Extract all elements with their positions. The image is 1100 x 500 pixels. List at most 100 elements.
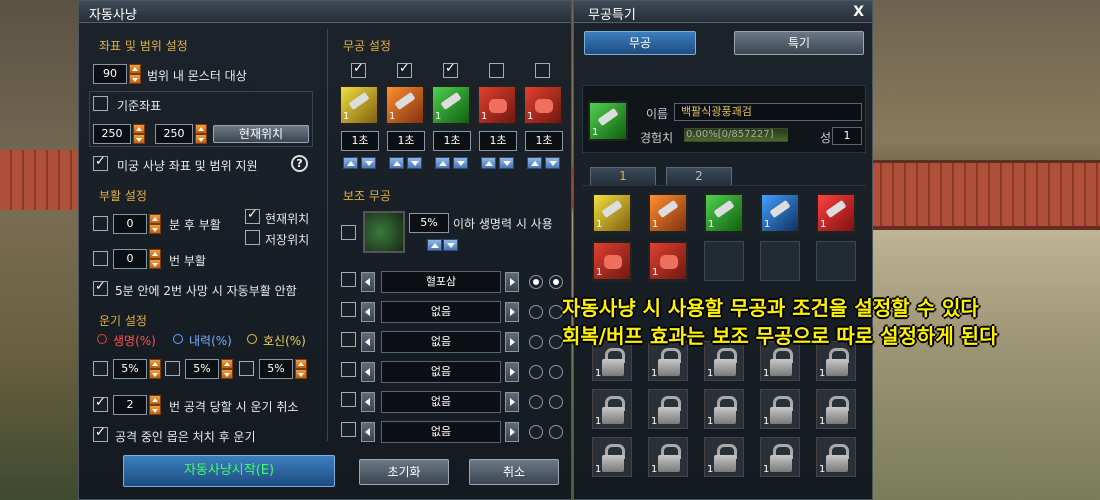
after-kill-checkbox[interactable] <box>93 425 108 442</box>
grid-skill-7[interactable]: 1 <box>648 241 688 281</box>
energy-sp-radio[interactable] <box>247 334 257 344</box>
energy-sp-input[interactable]: 5% <box>259 359 293 379</box>
aux-row-radio-b[interactable] <box>549 275 563 289</box>
skill-time-up-arrow-3[interactable] <box>435 157 450 169</box>
energy-mp-radio[interactable] <box>173 334 183 344</box>
aux-row-radio-a[interactable] <box>529 425 543 439</box>
skill-checkbox-1[interactable] <box>351 61 366 78</box>
grid-skill-1[interactable]: 1 <box>592 193 632 233</box>
aux-row-radio-b[interactable] <box>549 425 563 439</box>
skill-checkbox-2[interactable] <box>397 61 412 78</box>
energy-hp-spinner[interactable] <box>149 359 161 379</box>
attack-count-spinner[interactable] <box>149 395 161 415</box>
skill-time-up-arrow-2[interactable] <box>389 157 404 169</box>
aux-row-checkbox[interactable] <box>341 422 356 437</box>
energy-hp-input[interactable]: 5% <box>113 359 147 379</box>
grid-empty-slot[interactable] <box>704 241 744 281</box>
aux-row-next-button[interactable] <box>505 272 519 292</box>
aux-row-radio-b[interactable] <box>549 365 563 379</box>
aux-row-next-button[interactable] <box>505 332 519 352</box>
revive-current-checkbox[interactable] <box>245 207 260 224</box>
aux-row-radio-b[interactable] <box>549 305 563 319</box>
aux-arrow-down[interactable] <box>443 239 458 251</box>
aux-arrow-up[interactable] <box>427 239 442 251</box>
coord-x-spinner[interactable] <box>133 124 145 144</box>
aux-row-prev-button[interactable] <box>361 302 375 322</box>
skill-time-down-arrow-5[interactable] <box>545 157 560 169</box>
energy-hp-radio[interactable] <box>97 334 107 344</box>
attack-count-checkbox[interactable] <box>93 395 108 412</box>
aux-row-prev-button[interactable] <box>361 392 375 412</box>
tab-skill[interactable]: 무공 <box>584 31 696 55</box>
skill-time-down-arrow-1[interactable] <box>361 157 376 169</box>
range-input[interactable]: 90 <box>93 64 127 84</box>
skill-slot-3[interactable]: 1 <box>431 85 471 125</box>
skill-time-up-arrow-5[interactable] <box>527 157 542 169</box>
aux-row-radio-b[interactable] <box>549 395 563 409</box>
aux-row-radio-a[interactable] <box>529 365 543 379</box>
grid-skill-3[interactable]: 1 <box>704 193 744 233</box>
aux-row-next-button[interactable] <box>505 362 519 382</box>
energy-mp-spinner[interactable] <box>221 359 233 379</box>
base-coord-checkbox[interactable] <box>93 96 108 111</box>
skill-slot-4[interactable]: 1 <box>477 85 517 125</box>
aux-row-checkbox[interactable] <box>341 302 356 317</box>
aux-checkbox[interactable] <box>341 225 356 240</box>
skill-slot-1[interactable]: 1 <box>339 85 379 125</box>
aux-row-checkbox[interactable] <box>341 362 356 377</box>
grid-skill-6[interactable]: 1 <box>592 241 632 281</box>
aux-row-radio-a[interactable] <box>529 395 543 409</box>
energy-sp-checkbox[interactable] <box>239 361 254 376</box>
grid-skill-2[interactable]: 1 <box>648 193 688 233</box>
current-position-button[interactable]: 현재위치 <box>213 125 309 143</box>
revive-minute-input[interactable]: 0 <box>113 214 147 234</box>
coord-y-input[interactable]: 250 <box>155 124 193 144</box>
aux-row-checkbox[interactable] <box>341 392 356 407</box>
tab-special[interactable]: 특기 <box>734 31 864 55</box>
coord-y-spinner[interactable] <box>195 124 207 144</box>
aux-row-checkbox[interactable] <box>341 332 356 347</box>
dungeon-checkbox[interactable] <box>93 154 108 171</box>
page-tab-1[interactable]: 1 <box>590 167 656 185</box>
skill-time-up-arrow-1[interactable] <box>343 157 358 169</box>
revive-minute-checkbox[interactable] <box>93 216 108 231</box>
selected-skill-icon[interactable]: 1 <box>588 101 628 141</box>
aux-skill-icon[interactable] <box>363 211 405 253</box>
skill-time-1[interactable]: 1초 <box>341 131 379 151</box>
aux-row-next-button[interactable] <box>505 302 519 322</box>
energy-hp-checkbox[interactable] <box>93 361 108 376</box>
revive-count-input[interactable]: 0 <box>113 249 147 269</box>
aux-row-prev-button[interactable] <box>361 422 375 442</box>
grid-empty-slot[interactable] <box>816 241 856 281</box>
close-icon[interactable]: X <box>853 4 864 20</box>
skill-time-2[interactable]: 1초 <box>387 131 425 151</box>
reset-button[interactable]: 초기화 <box>359 459 449 485</box>
start-auto-hunt-button[interactable]: 자동사냥시작(E) <box>123 455 335 487</box>
aux-row-radio-a[interactable] <box>529 305 543 319</box>
grid-skill-4[interactable]: 1 <box>760 193 800 233</box>
revive-saved-checkbox[interactable] <box>245 230 260 245</box>
aux-row-checkbox[interactable] <box>341 272 356 287</box>
grid-skill-5[interactable]: 1 <box>816 193 856 233</box>
skill-time-4[interactable]: 1초 <box>479 131 517 151</box>
grid-empty-slot[interactable] <box>760 241 800 281</box>
coord-x-input[interactable]: 250 <box>93 124 131 144</box>
aux-row-prev-button[interactable] <box>361 332 375 352</box>
energy-mp-checkbox[interactable] <box>165 361 180 376</box>
skill-time-down-arrow-4[interactable] <box>499 157 514 169</box>
skill-slot-2[interactable]: 1 <box>385 85 425 125</box>
skill-time-down-arrow-3[interactable] <box>453 157 468 169</box>
skill-time-down-arrow-2[interactable] <box>407 157 422 169</box>
attack-count-input[interactable]: 2 <box>113 395 147 415</box>
auto-hunt-title[interactable]: 자동사냥 <box>79 1 571 23</box>
aux-row-prev-button[interactable] <box>361 272 375 292</box>
aux-percent-input[interactable]: 5% <box>409 213 449 233</box>
skill-time-up-arrow-4[interactable] <box>481 157 496 169</box>
no-auto-revive-checkbox[interactable] <box>93 279 108 296</box>
skill-checkbox-3[interactable] <box>443 61 458 78</box>
revive-count-spinner[interactable] <box>149 249 161 269</box>
energy-mp-input[interactable]: 5% <box>185 359 219 379</box>
aux-row-next-button[interactable] <box>505 392 519 412</box>
help-icon[interactable]: ? <box>291 155 308 172</box>
energy-sp-spinner[interactable] <box>295 359 307 379</box>
